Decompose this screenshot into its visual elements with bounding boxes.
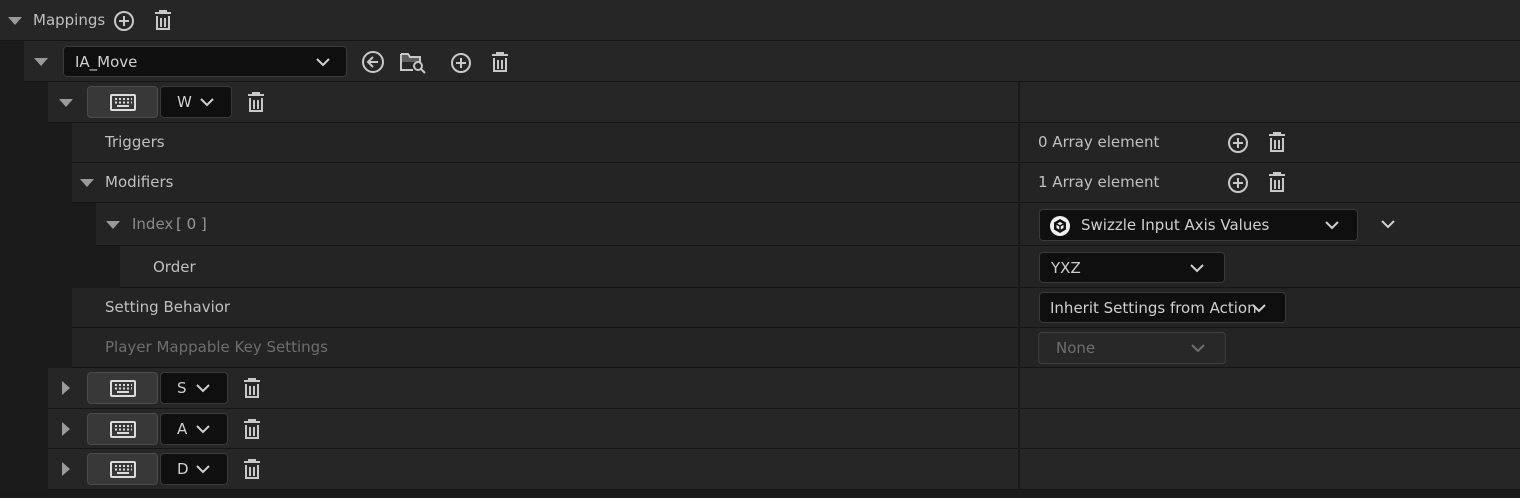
- indent-guide: [0, 123, 72, 163]
- indent-guide: [0, 82, 48, 123]
- modifier-index-row: Index [ 0 ] Swizzle Input Axis Values: [0, 203, 1520, 246]
- action-row: IA_Move: [0, 41, 1520, 82]
- indent-guide: [0, 449, 48, 490]
- modifiers-label: Modifiers: [105, 173, 174, 191]
- blueprint-class-icon: [1049, 215, 1071, 237]
- indent-guide: [0, 246, 120, 288]
- setting-behavior-label: Setting Behavior: [105, 298, 231, 316]
- chevron-down-icon: [1190, 259, 1204, 277]
- input-device-button[interactable]: [87, 86, 158, 118]
- modifiers-row: Modifiers 1 Array element: [0, 163, 1520, 203]
- plus-circle-icon[interactable]: [450, 52, 472, 74]
- key-select-value: A: [177, 420, 188, 438]
- setting-behavior-value: Inherit Settings from Action: [1050, 298, 1257, 317]
- collapse-arrow-icon[interactable]: [34, 58, 48, 66]
- key-select[interactable]: S: [160, 372, 228, 404]
- key-mapping-row: W: [0, 82, 1520, 123]
- chevron-down-icon: [196, 460, 210, 478]
- collapse-arrow-icon[interactable]: [80, 179, 94, 187]
- expand-options-chevron-icon[interactable]: [1381, 220, 1395, 229]
- collapse-arrow-icon[interactable]: [106, 221, 120, 229]
- player-mappable-row: Player Mappable Key Settings None: [0, 328, 1520, 368]
- action-select[interactable]: IA_Move: [63, 46, 347, 77]
- key-mapping-row: A: [0, 409, 1520, 449]
- triggers-label: Triggers: [105, 133, 165, 151]
- keyboard-icon: [110, 421, 136, 438]
- mappings-header-row: Mappings: [0, 0, 1520, 41]
- chevron-down-icon: [1191, 339, 1205, 357]
- keyboard-icon: [110, 94, 136, 111]
- trash-icon[interactable]: [153, 9, 173, 31]
- expand-arrow-icon[interactable]: [62, 422, 70, 436]
- mappings-label: Mappings: [33, 11, 106, 29]
- key-select[interactable]: D: [160, 453, 228, 485]
- index-label: Index: [132, 215, 174, 233]
- keyboard-icon: [110, 461, 136, 478]
- collapse-arrow-icon[interactable]: [59, 99, 73, 107]
- order-value: YXZ: [1051, 258, 1081, 277]
- indent-guide: [0, 409, 48, 449]
- trash-icon[interactable]: [1267, 171, 1287, 193]
- back-arrow-circle-icon[interactable]: [361, 50, 385, 74]
- key-mapping-row: D: [0, 449, 1520, 490]
- setting-behavior-select[interactable]: Inherit Settings from Action: [1039, 292, 1286, 323]
- order-select[interactable]: YXZ: [1039, 252, 1225, 283]
- indent-guide: [0, 163, 72, 203]
- input-device-button[interactable]: [87, 413, 158, 445]
- expand-arrow-icon[interactable]: [62, 462, 70, 476]
- trash-icon[interactable]: [490, 51, 510, 73]
- collapse-arrow-icon[interactable]: [8, 17, 22, 25]
- key-select[interactable]: A: [160, 413, 228, 445]
- trash-icon[interactable]: [242, 418, 262, 440]
- player-mappable-select: None: [1038, 332, 1226, 364]
- keyboard-icon: [110, 380, 136, 397]
- modifiers-count: 1 Array element: [1038, 173, 1160, 191]
- chevron-down-icon: [1252, 299, 1266, 317]
- modifier-class-value: Swizzle Input Axis Values: [1081, 216, 1270, 234]
- key-mapping-row: S: [0, 368, 1520, 409]
- input-device-button[interactable]: [87, 372, 158, 404]
- column-divider[interactable]: [1018, 82, 1020, 490]
- trash-icon[interactable]: [242, 458, 262, 480]
- modifier-class-select[interactable]: Swizzle Input Axis Values: [1039, 209, 1358, 241]
- plus-circle-icon[interactable]: [113, 10, 135, 32]
- key-select[interactable]: W: [160, 86, 232, 118]
- index-number: [ 0 ]: [176, 215, 207, 233]
- input-device-button[interactable]: [87, 453, 158, 485]
- trash-icon[interactable]: [246, 91, 266, 113]
- action-select-value: IA_Move: [75, 52, 138, 71]
- key-select-value: D: [177, 460, 189, 478]
- trash-icon[interactable]: [242, 377, 262, 399]
- setting-behavior-row: Setting Behavior Inherit Settings from A…: [0, 288, 1520, 328]
- indent-guide: [0, 203, 96, 246]
- triggers-row: Triggers 0 Array element: [0, 123, 1520, 163]
- triggers-count: 0 Array element: [1038, 133, 1160, 151]
- chevron-down-icon: [200, 93, 214, 111]
- folder-search-icon[interactable]: [399, 50, 427, 74]
- indent-guide: [0, 41, 24, 82]
- indent-guide: [0, 368, 48, 409]
- plus-circle-icon[interactable]: [1227, 172, 1249, 194]
- player-mappable-label: Player Mappable Key Settings: [105, 338, 328, 356]
- order-label: Order: [153, 258, 196, 276]
- expand-arrow-icon[interactable]: [62, 381, 70, 395]
- trash-icon[interactable]: [1267, 131, 1287, 153]
- plus-circle-icon[interactable]: [1227, 132, 1249, 154]
- indent-guide: [0, 288, 72, 328]
- key-select-value: S: [177, 379, 187, 397]
- chevron-down-icon: [196, 420, 210, 438]
- indent-guide: [0, 328, 72, 368]
- chevron-down-icon: [316, 53, 330, 71]
- chevron-down-icon: [1325, 216, 1339, 234]
- key-select-value: W: [177, 93, 192, 111]
- order-row: Order YXZ: [0, 246, 1520, 288]
- player-mappable-value: None: [1056, 339, 1096, 357]
- chevron-down-icon: [196, 379, 210, 397]
